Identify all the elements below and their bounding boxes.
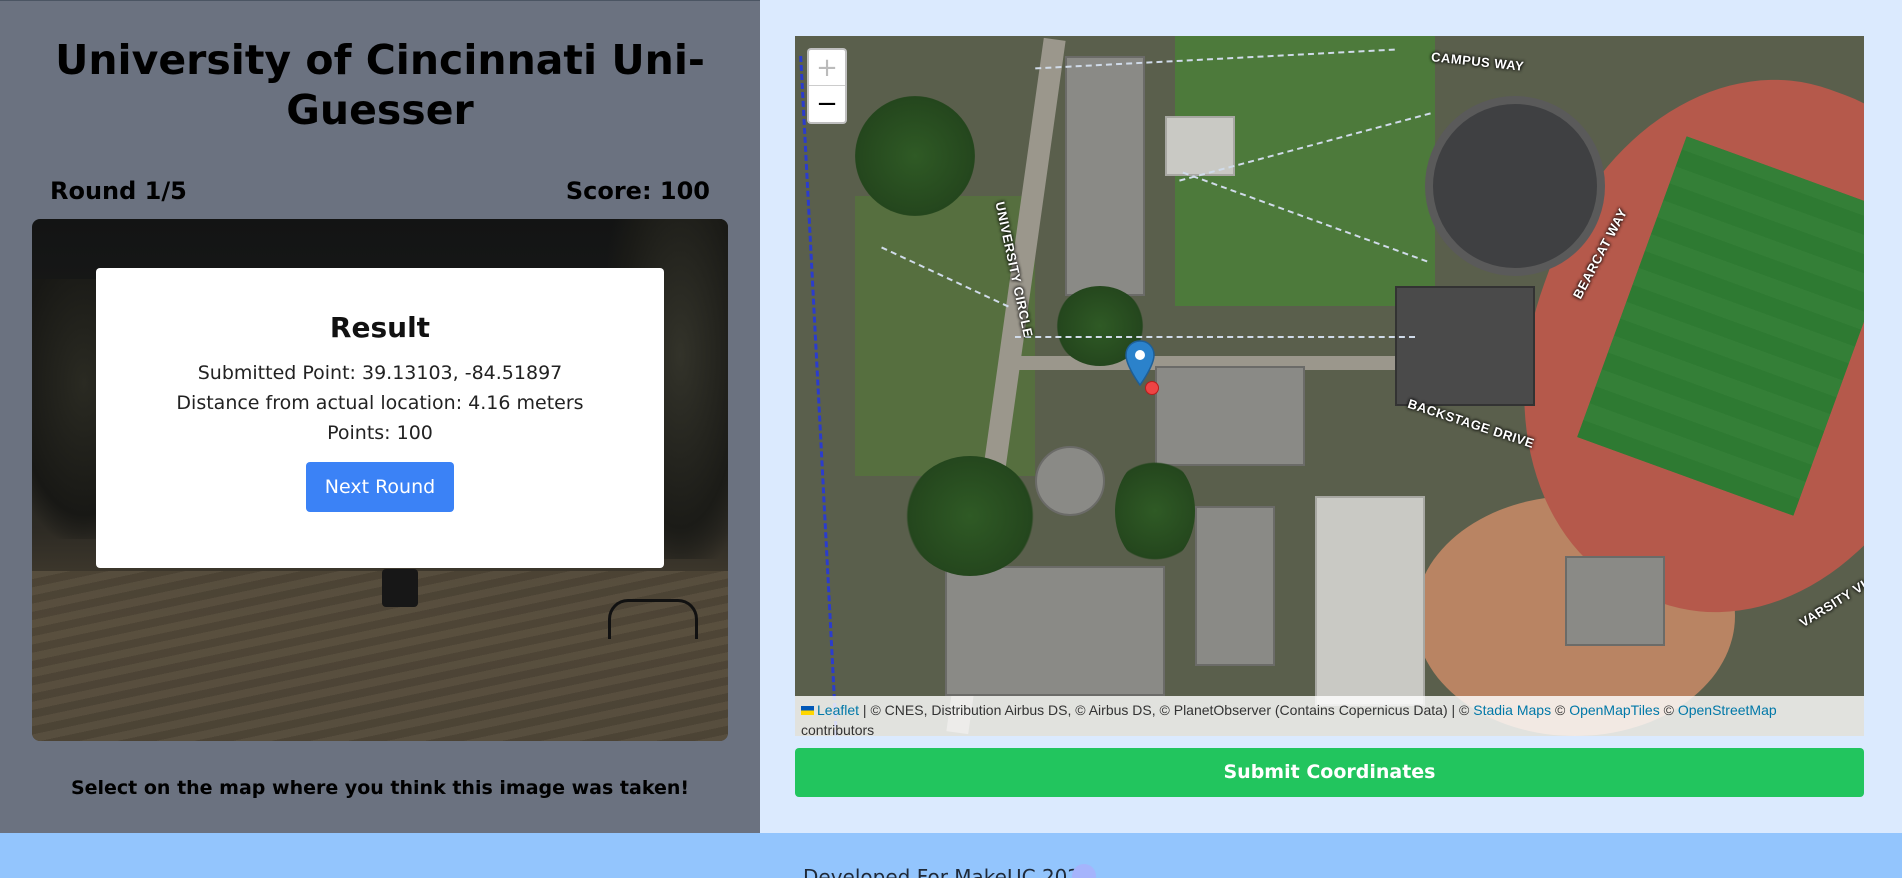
satellite-tiles — [795, 36, 1864, 736]
footer-text: Developed For MakeUC 2024 — [803, 865, 1093, 878]
score-indicator: Score: 100 — [565, 177, 710, 205]
stadia-maps-link[interactable]: Stadia Maps — [1473, 702, 1551, 718]
map-trees — [855, 96, 975, 216]
map-path — [1015, 336, 1415, 338]
distance-text: Distance from actual location: 4.16 mete… — [176, 392, 584, 414]
zoom-control: + − — [807, 48, 847, 124]
game-panel: University of Cincinnati Uni-Guesser Rou… — [0, 0, 760, 833]
attribution-contributors: contributors — [801, 722, 875, 736]
map-building — [1565, 556, 1665, 646]
map-building — [1395, 286, 1535, 406]
next-round-button[interactable]: Next Round — [305, 462, 455, 512]
submit-coordinates-button[interactable]: Submit Coordinates — [795, 748, 1864, 797]
footer: Developed For MakeUC 2024 — [0, 833, 1902, 878]
map-building — [1195, 506, 1275, 666]
attribution-separator: © — [1659, 702, 1678, 718]
ukraine-flag-icon — [801, 706, 814, 715]
round-indicator: Round 1/5 — [50, 177, 187, 205]
openmaptiles-link[interactable]: OpenMapTiles — [1569, 702, 1660, 718]
map-building — [1315, 496, 1425, 706]
map-trees — [1115, 456, 1195, 566]
map-arena — [1425, 96, 1605, 276]
submitted-point-text: Submitted Point: 39.13103, -84.51897 — [197, 362, 563, 384]
page-title: University of Cincinnati Uni-Guesser — [55, 36, 705, 134]
zoom-out-button[interactable]: − — [809, 86, 845, 122]
zoom-in-button[interactable]: + — [809, 50, 845, 86]
map-attribution: Leaflet | © CNES, Distribution Airbus DS… — [795, 696, 1864, 736]
photo-bike-rack — [608, 599, 698, 639]
guess-marker-icon[interactable] — [1125, 340, 1155, 386]
map-building — [1035, 446, 1105, 516]
attribution-separator: © — [1551, 702, 1570, 718]
result-dialog: Result Submitted Point: 39.13103, -84.51… — [96, 268, 664, 568]
map-view[interactable]: CAMPUS WAY UNIVERSITY CIRCLE BEARCAT WAY… — [795, 36, 1864, 736]
location-photo: Result Submitted Point: 39.13103, -84.51… — [32, 219, 728, 741]
instruction-text: Select on the map where you think this i… — [70, 777, 690, 799]
result-title: Result — [329, 311, 431, 344]
points-text: Points: 100 — [327, 422, 433, 444]
photo-trash-bin — [382, 569, 418, 607]
attribution-text: | © CNES, Distribution Airbus DS, © Airb… — [859, 702, 1474, 718]
photo-walkway — [32, 571, 728, 741]
openstreetmap-link[interactable]: OpenStreetMap — [1678, 702, 1777, 718]
map-trees — [905, 456, 1035, 576]
map-building — [1155, 366, 1305, 466]
actual-location-dot — [1145, 381, 1159, 395]
leaflet-link[interactable]: Leaflet — [817, 702, 859, 718]
map-building — [945, 566, 1165, 696]
map-building — [1065, 56, 1145, 296]
